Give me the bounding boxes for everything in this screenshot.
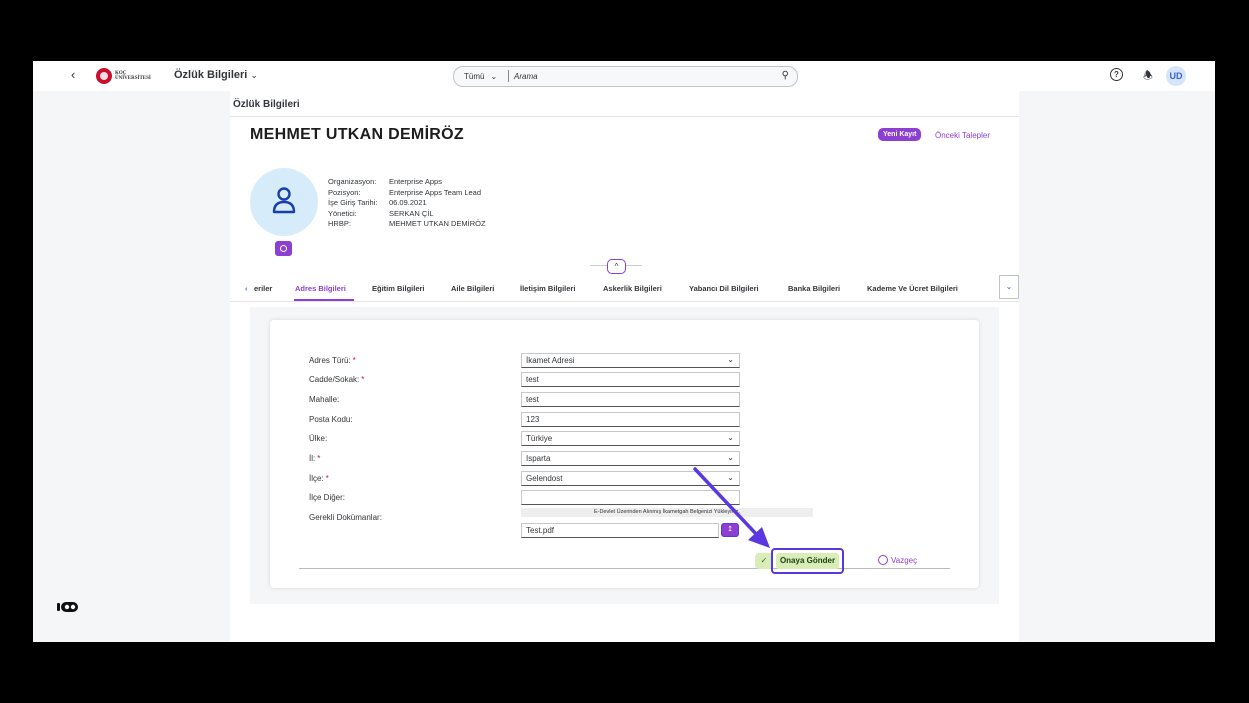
assistant-launcher-icon[interactable]	[56, 601, 80, 615]
screen: ‹ KOÇ ÜNİVERSİTESİ Özlük Bilgileri ⌄ Tümü…	[33, 61, 1215, 642]
annotation-arrow	[693, 467, 770, 548]
